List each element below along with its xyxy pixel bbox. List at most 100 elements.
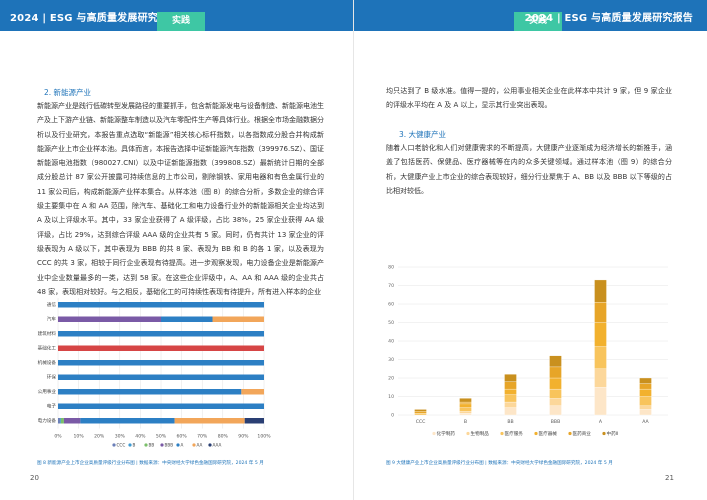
legend-label: BBB xyxy=(165,443,174,448)
x-category-label: AA xyxy=(642,419,649,425)
y-category-label: 汽车 xyxy=(47,316,57,323)
bar-segment xyxy=(459,398,472,403)
y-tick-label: 50 xyxy=(388,320,394,326)
y-category-label: 通信 xyxy=(47,301,57,308)
bar-segment xyxy=(549,405,562,416)
x-tick-label: 90% xyxy=(238,434,249,440)
bar-segment xyxy=(504,401,517,408)
legend-label: 生物制品 xyxy=(471,430,490,437)
right-header-bar: 实践 2024 | ESG 与高质量发展研究报告 xyxy=(354,0,707,31)
legend-label: A xyxy=(181,443,184,448)
x-tick-label: 0% xyxy=(54,434,62,440)
legend-label: CCC xyxy=(117,443,126,448)
legend-marker xyxy=(160,443,164,447)
legend-label: AA xyxy=(197,443,203,448)
left-header-bar: 2024 | ESG 与高质量发展研究报告 实践 xyxy=(0,0,353,31)
y-tick-label: 80 xyxy=(388,265,394,271)
bar-segment xyxy=(174,418,245,424)
x-category-label: BBB xyxy=(551,419,560,425)
bar-segment xyxy=(58,418,60,424)
bar-segment xyxy=(58,389,242,395)
x-category-label: A xyxy=(599,419,603,425)
y-category-label: 电子 xyxy=(47,403,57,410)
legend-label: B xyxy=(133,443,136,448)
bar-segment xyxy=(60,418,64,424)
y-category-label: 电力设备 xyxy=(38,417,57,424)
figure-caption: 图 9 大健康产业上市企业高质量评级行业分布图 | 数据来源：中央财经大学绿色金… xyxy=(386,461,613,466)
bar-segment xyxy=(241,389,264,395)
bar-segment xyxy=(549,377,562,390)
bar-segment xyxy=(63,418,81,424)
bar-segment xyxy=(549,388,562,399)
legend-marker xyxy=(602,431,606,436)
bar-segment xyxy=(639,377,652,384)
legend-marker xyxy=(466,431,470,436)
legend-label: 医疗服务 xyxy=(505,430,524,437)
legend-marker xyxy=(192,443,196,447)
bar-segment xyxy=(639,409,652,416)
y-tick-label: 20 xyxy=(388,376,394,382)
bar-segment xyxy=(459,407,472,412)
page-number: 21 xyxy=(665,474,674,482)
figure-caption: 图 8 新能源产业上市企业高质量评级行业分布图 | 数据来源：中央财经大学绿色金… xyxy=(37,461,264,466)
bar-segment xyxy=(504,394,517,403)
bar-segment xyxy=(80,418,175,424)
bar-segment xyxy=(58,316,161,322)
legend-marker xyxy=(128,443,132,447)
bar-segment xyxy=(58,331,264,337)
industry-rating-stacked-bar-chart: 0% 10% 20% 30% 40% 50% 60% 70% 80% 90% 100% 电力设备 电子 公… xyxy=(38,298,271,448)
body-paragraph: 随着人口老龄化和人们对健康需求的不断提高，大健康产业逐渐成为经济增长的新推手，涵… xyxy=(386,144,672,195)
y-tick-label: 30 xyxy=(388,357,394,363)
bar-segment xyxy=(594,346,607,369)
bar-segment xyxy=(594,368,607,388)
bar-segment xyxy=(594,322,607,347)
x-tick-label: 60% xyxy=(176,434,187,440)
bar-segment xyxy=(639,388,652,397)
legend-marker xyxy=(208,443,212,447)
bar-segment xyxy=(58,302,264,308)
legend-marker xyxy=(176,443,180,447)
legend-label: 化学制药 xyxy=(437,430,456,437)
legend-label: BB xyxy=(149,443,155,448)
bar-segment xyxy=(459,403,472,408)
health-industry-stacked-bar-chart: 01020304050607080CCC B BB BBB A AA化学制药 生物制品 医疗服… xyxy=(388,265,668,437)
bar-segment xyxy=(414,412,427,416)
y-tick-label: 10 xyxy=(388,394,394,400)
y-tick-label: 0 xyxy=(391,413,394,419)
y-category-label: 基础化工 xyxy=(38,345,57,352)
x-tick-label: 50% xyxy=(156,434,167,440)
legend-marker xyxy=(432,431,436,436)
x-category-label: BB xyxy=(507,419,513,425)
x-tick-label: 70% xyxy=(197,434,208,440)
bar-segment xyxy=(59,418,61,424)
bar-segment xyxy=(58,374,264,380)
legend-label: 中药Ⅱ xyxy=(607,430,618,437)
bar-segment xyxy=(58,403,264,409)
bar-segment xyxy=(58,360,264,366)
bar-segment xyxy=(639,405,652,410)
x-tick-label: 80% xyxy=(218,434,229,440)
legend-marker xyxy=(568,431,572,436)
bar-segment xyxy=(414,411,427,414)
x-tick-label: 20% xyxy=(94,434,105,440)
bar-segment xyxy=(459,412,472,416)
y-category-label: 环保 xyxy=(47,374,57,381)
bar-segment xyxy=(549,366,562,379)
page-number: 20 xyxy=(30,474,39,482)
x-tick-label: 40% xyxy=(135,434,146,440)
y-category-label: 建筑材料 xyxy=(38,330,57,337)
legend-marker xyxy=(534,431,538,436)
x-category-label: B xyxy=(464,419,467,425)
y-category-label: 机械设备 xyxy=(38,359,57,366)
section-tab: 实践 xyxy=(157,12,205,31)
body-paragraph: 新能源产业是践行低碳转型发展路径的重要抓手，包含新能源发电与设备制造、新能源电池… xyxy=(37,102,324,296)
legend-marker xyxy=(144,443,148,447)
report-title: 2024 | ESG 与高质量发展研究报告 xyxy=(524,13,693,24)
report-title: 2024 | ESG 与高质量发展研究报告 xyxy=(10,13,179,24)
bar-segment xyxy=(504,407,517,416)
bar-segment xyxy=(549,355,562,368)
x-category-label: CCC xyxy=(416,419,426,425)
bar-segment xyxy=(504,381,517,390)
legend-label: 医疗器械 xyxy=(539,430,558,437)
x-tick-label: 10% xyxy=(73,434,84,440)
